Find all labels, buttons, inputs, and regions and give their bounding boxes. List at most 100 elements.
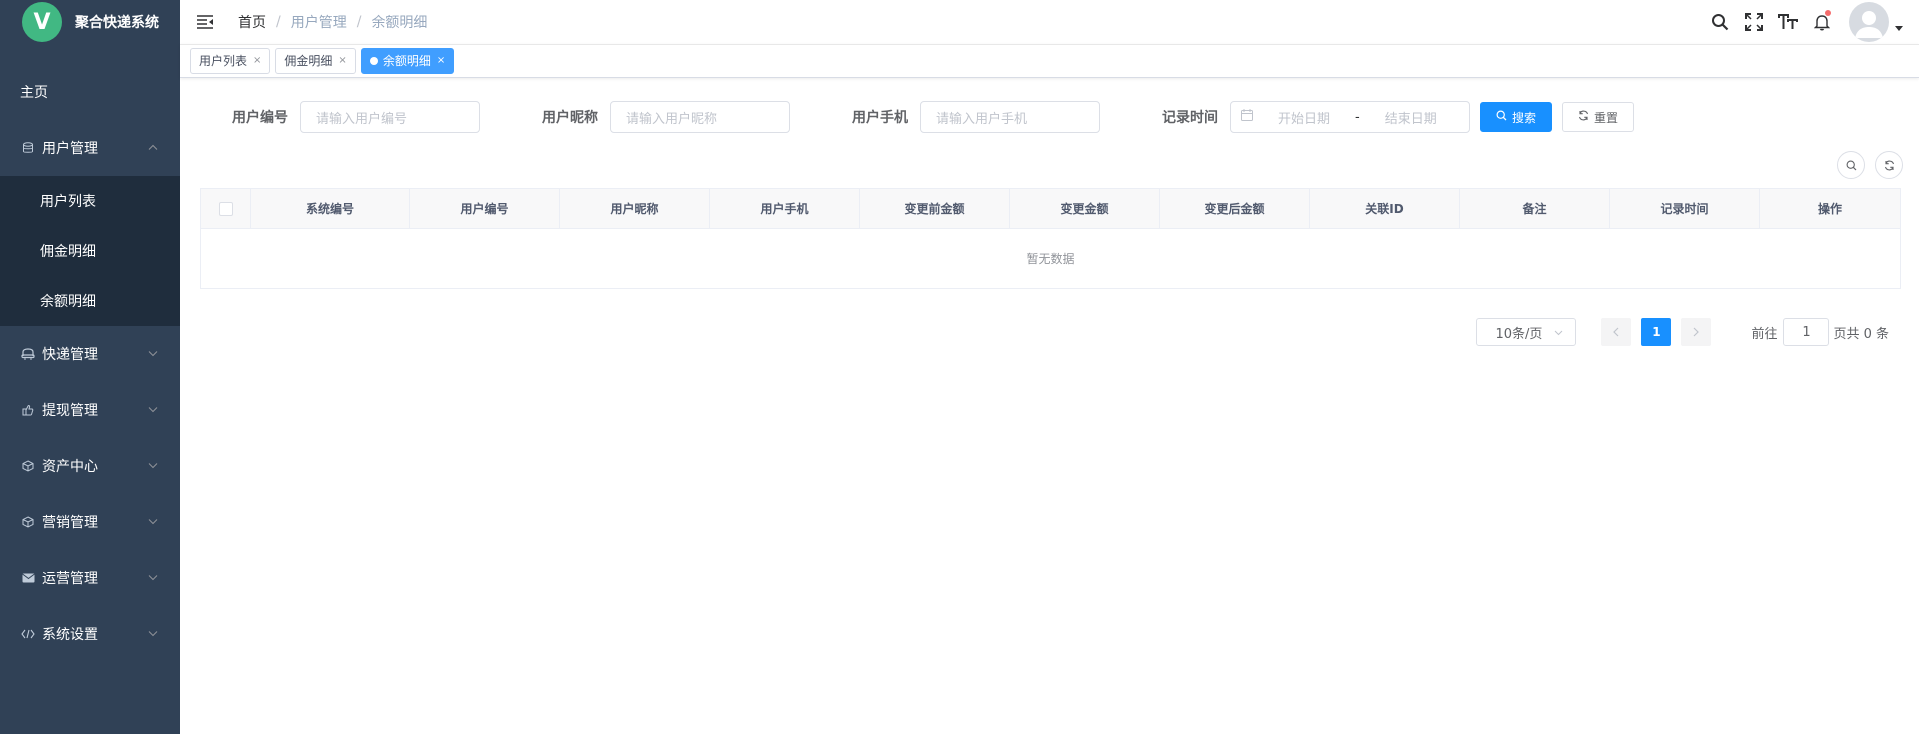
breadcrumb-home[interactable]: 首页 — [238, 12, 266, 32]
logo-icon: V — [22, 2, 62, 42]
phone-input[interactable]: 请输入用户手机 — [920, 101, 1100, 133]
bell-icon[interactable] — [1805, 0, 1839, 44]
tag-commission-detail[interactable]: 佣金明细 × — [275, 48, 356, 74]
breadcrumb-separator: / — [276, 14, 281, 30]
refresh-icon — [1884, 160, 1894, 170]
sidebar-item-marketing-management[interactable]: 营销管理 — [0, 494, 180, 550]
sidebar-item-asset-center[interactable]: 资产中心 — [0, 438, 180, 494]
active-dot-icon — [369, 57, 378, 65]
breadcrumb: 首页 / 用户管理 / 余额明细 — [238, 12, 427, 32]
refresh-table-button[interactable] — [1875, 151, 1903, 179]
sidebar-item-label: 运营管理 — [42, 571, 98, 587]
table-empty-text: 暂无数据 — [1026, 252, 1075, 266]
chevron-down-icon — [148, 461, 158, 472]
page-size-value: 10条/页 — [1495, 326, 1543, 342]
goto-label: 前往 — [1751, 326, 1778, 342]
column-header: 系统编号 — [251, 189, 410, 228]
page-size-select[interactable]: 10条/页 — [1476, 318, 1577, 346]
sidebar-item-balance-detail[interactable]: 余额明细 — [0, 276, 180, 326]
sidebar-item-commission-detail[interactable]: 佣金明细 — [0, 226, 180, 276]
end-date-input[interactable]: 结束日期 — [1376, 108, 1446, 127]
sidebar-item-label: 主页 — [20, 85, 48, 101]
sidebar-item-operation-management[interactable]: 运营管理 — [0, 550, 180, 606]
select-all-checkbox[interactable] — [218, 201, 233, 216]
avatar[interactable] — [1849, 2, 1889, 42]
close-icon[interactable]: × — [253, 49, 261, 73]
sidebar-item-label: 快递管理 — [42, 347, 98, 363]
chevron-down-icon — [148, 517, 158, 528]
user-id-input[interactable]: 请输入用户编号 — [300, 101, 480, 133]
tag-label: 佣金明细 — [284, 54, 333, 68]
submenu-user-management: 用户列表 佣金明细 余额明细 — [0, 176, 180, 326]
main-content: 用户编号 请输入用户编号 用户昵称 请输入用户昵称 用户手机 请输入用户手机 记… — [180, 78, 1919, 734]
form-item-phone: 用户手机 请输入用户手机 — [820, 101, 1130, 133]
sidebar-item-label: 用户管理 — [42, 141, 98, 157]
start-date-input[interactable]: 开始日期 — [1269, 108, 1339, 127]
column-header: 变更金额 — [1010, 189, 1160, 228]
prev-page-button[interactable] — [1601, 318, 1632, 346]
caret-down-icon[interactable] — [1895, 24, 1903, 34]
goto-page-input[interactable]: 1 — [1783, 318, 1830, 346]
tag-user-list[interactable]: 用户列表 × — [190, 48, 271, 74]
chevron-down-icon — [148, 629, 158, 640]
chevron-up-icon — [148, 143, 158, 154]
column-header: 操作 — [1817, 202, 1842, 216]
record-time-label: 记录时间 — [1162, 110, 1218, 126]
select-all-cell — [201, 189, 251, 228]
reset-button-label: 重置 — [1594, 110, 1619, 125]
data-table: 系统编号 用户编号 用户昵称 用户手机 变更前金额 变更金额 变更后金额 关联I… — [200, 188, 1901, 289]
sidebar-item-label: 资产中心 — [42, 459, 98, 475]
tag-label: 余额明细 — [382, 54, 431, 68]
search-button-label: 搜索 — [1512, 110, 1537, 125]
column-header: 记录时间 — [1610, 189, 1760, 228]
next-page-button[interactable] — [1681, 318, 1712, 346]
mail-icon — [20, 573, 36, 583]
total-text: 页共 0 条 — [1833, 326, 1889, 342]
sidebar-item-home[interactable]: 主页 — [0, 64, 180, 120]
search-icon — [1496, 110, 1507, 124]
search-form: 用户编号 请输入用户编号 用户昵称 请输入用户昵称 用户手机 请输入用户手机 记… — [200, 100, 1899, 134]
nickname-input[interactable]: 请输入用户昵称 — [610, 101, 790, 133]
database-icon — [20, 142, 36, 154]
column-header: 变更后金额 — [1160, 189, 1310, 228]
breadcrumb-current: 余额明细 — [371, 15, 428, 31]
font-size-icon[interactable] — [1771, 0, 1805, 44]
column-header: 用户昵称 — [560, 189, 710, 228]
column-header: 用户编号 — [410, 189, 560, 228]
reset-button[interactable]: 重置 — [1562, 102, 1635, 132]
sidebar-item-label: 系统设置 — [42, 627, 98, 643]
sidebar-item-label: 佣金明细 — [40, 244, 96, 260]
sidebar-item-withdraw-management[interactable]: 提现管理 — [0, 382, 180, 438]
form-item-record-time: 记录时间 开始日期 - 结束日期 — [1130, 101, 1470, 133]
sidebar-item-system-settings[interactable]: 系统设置 — [0, 606, 180, 662]
navbar: 首页 / 用户管理 / 余额明细 — [180, 0, 1919, 44]
sidebar-item-express-management[interactable]: 快递管理 — [0, 326, 180, 382]
sidebar-item-label: 余额明细 — [40, 294, 96, 310]
search-button[interactable]: 搜索 — [1480, 102, 1553, 132]
page-number-button[interactable]: 1 — [1641, 318, 1672, 346]
hamburger-icon[interactable] — [180, 14, 230, 30]
sidebar-item-user-list[interactable]: 用户列表 — [0, 176, 180, 226]
toggle-search-button[interactable] — [1837, 151, 1865, 179]
sidebar-item-user-management[interactable]: 用户管理 — [0, 120, 180, 176]
app-title: 聚合快递系统 — [75, 15, 159, 31]
right-menu — [1703, 0, 1919, 44]
close-icon[interactable]: × — [437, 49, 445, 73]
box-icon — [20, 516, 36, 528]
code-icon — [20, 629, 36, 639]
search-icon[interactable] — [1703, 0, 1737, 44]
refresh-icon — [1578, 110, 1589, 124]
table-header: 系统编号 用户编号 用户昵称 用户手机 变更前金额 变更金额 变更后金额 关联I… — [201, 189, 1900, 229]
date-range-picker[interactable]: 开始日期 - 结束日期 — [1230, 101, 1470, 133]
box-icon — [20, 460, 36, 472]
sidebar-item-label: 营销管理 — [42, 515, 98, 531]
logo[interactable]: V 聚合快递系统 — [0, 0, 180, 44]
notification-dot — [1825, 10, 1831, 16]
search-icon — [1846, 160, 1856, 170]
chevron-down-icon — [148, 349, 158, 360]
sidebar-item-label: 用户列表 — [40, 194, 96, 210]
close-icon[interactable]: × — [338, 49, 346, 73]
breadcrumb-user-management: 用户管理 — [290, 15, 347, 31]
fullscreen-icon[interactable] — [1737, 0, 1771, 44]
tag-balance-detail[interactable]: 余额明细 × — [360, 48, 455, 74]
